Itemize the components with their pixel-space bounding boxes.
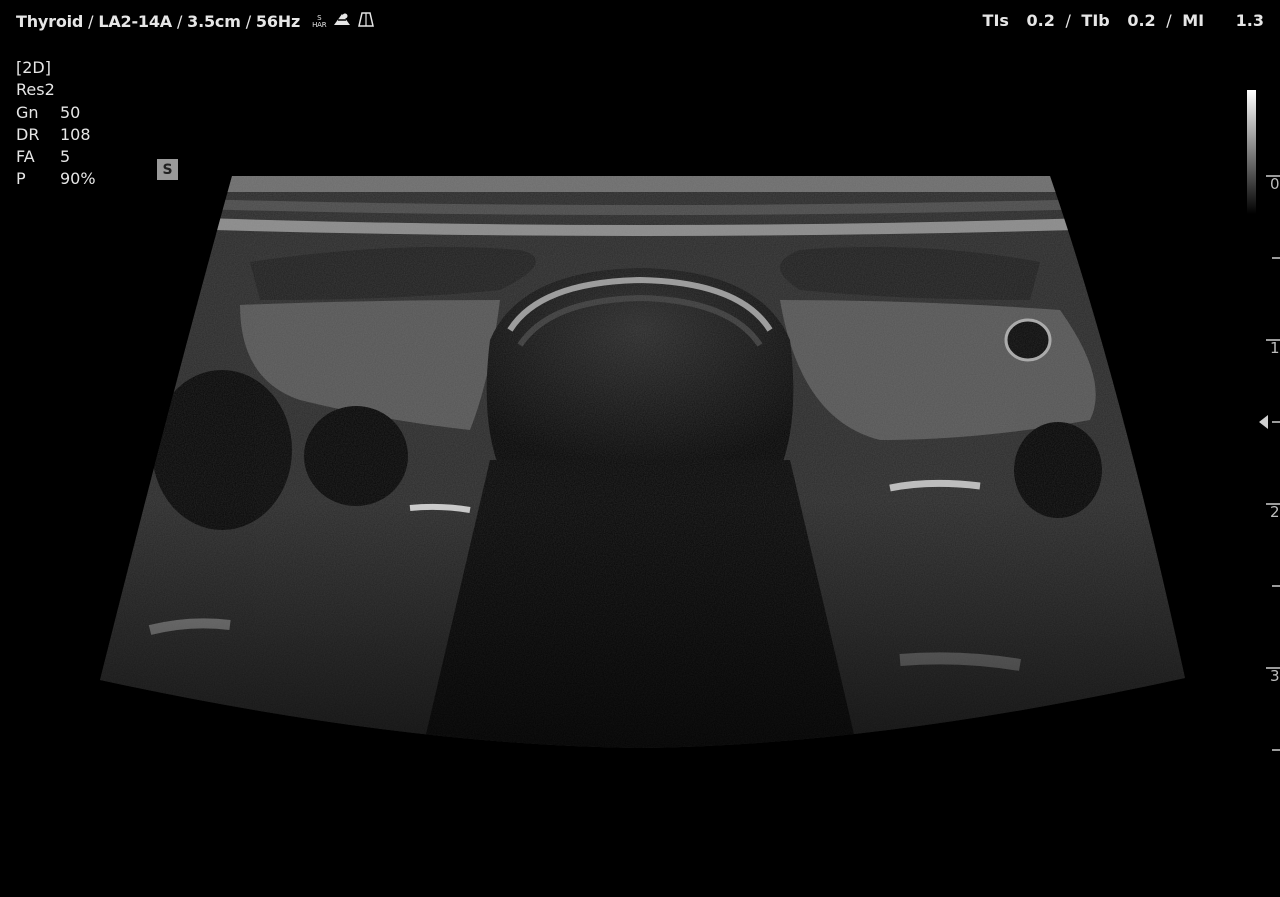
focus-marker-icon bbox=[1259, 415, 1268, 429]
depth-label-1: 1 bbox=[1270, 339, 1280, 357]
depth-label-2: 2 bbox=[1270, 503, 1280, 521]
depth-label-0: 0 bbox=[1270, 175, 1280, 193]
depth-scale bbox=[1259, 175, 1280, 751]
depth-label-3: 3 bbox=[1270, 667, 1280, 685]
